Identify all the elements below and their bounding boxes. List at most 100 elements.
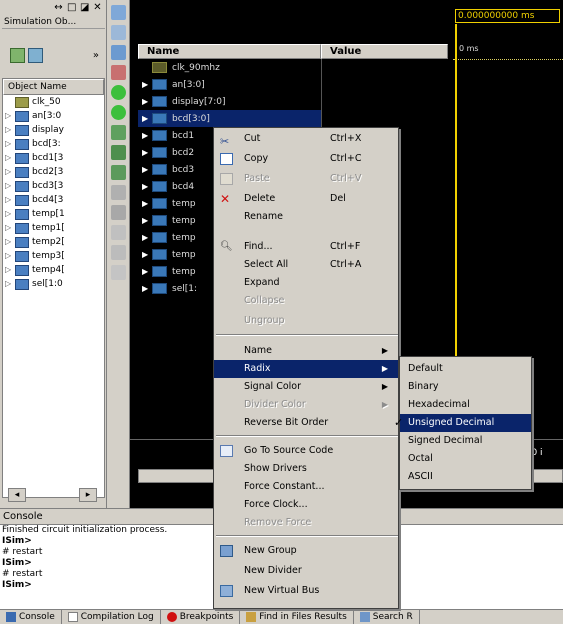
- close-icon[interactable]: ✕: [93, 2, 102, 13]
- snap-icon[interactable]: [110, 205, 126, 220]
- swap-cursors-icon[interactable]: [110, 185, 126, 200]
- show-outputs-icon[interactable]: [28, 47, 43, 63]
- radix-octal[interactable]: Octal: [400, 450, 531, 468]
- menu-item-collapse[interactable]: Collapse: [214, 292, 398, 310]
- pin-icon[interactable]: ↔: [54, 2, 63, 13]
- expand-icon[interactable]: ▶: [142, 233, 152, 242]
- maximize-icon[interactable]: ◪: [80, 2, 89, 13]
- menu-item-radix[interactable]: Radix ▶: [214, 360, 398, 378]
- expand-icon[interactable]: ▷: [5, 126, 13, 134]
- expand-icon[interactable]: ▷: [5, 112, 13, 120]
- zoom-out-icon[interactable]: [110, 25, 126, 40]
- previous-transition-icon[interactable]: [110, 165, 126, 180]
- scroll-left-icon[interactable]: ◂: [8, 488, 26, 502]
- expand-icon[interactable]: ▶: [142, 267, 152, 276]
- object-row[interactable]: ▷ bcd2[3: [3, 165, 104, 179]
- signal-row[interactable]: clk_90mhz: [138, 59, 321, 76]
- object-row[interactable]: ▷ an[3:0: [3, 109, 104, 123]
- object-row[interactable]: ▷ temp3[: [3, 249, 104, 263]
- expand-icon[interactable]: ▷: [5, 168, 13, 176]
- menu-item-ungroup[interactable]: Ungroup: [214, 312, 398, 330]
- expand-icon[interactable]: ▷: [5, 196, 13, 204]
- menu-item-remove-force[interactable]: Remove Force: [214, 514, 398, 532]
- run-for-icon[interactable]: [110, 105, 126, 120]
- menu-item-new-divider[interactable]: New Divider: [214, 562, 398, 580]
- signal-row-selected[interactable]: ▶ bcd[3:0]: [138, 110, 321, 127]
- step-icon[interactable]: [110, 125, 126, 140]
- radix-signed-decimal[interactable]: Signed Decimal: [400, 432, 531, 450]
- menu-item-copy[interactable]: Copy Ctrl+C: [214, 150, 398, 168]
- run-icon[interactable]: [110, 85, 126, 100]
- marker-icon[interactable]: [110, 65, 126, 80]
- object-row[interactable]: ▷ display: [3, 123, 104, 137]
- tab-compilation-log[interactable]: Compilation Log: [62, 610, 161, 624]
- menu-item-cut[interactable]: ✂ Cut Ctrl+X: [214, 130, 398, 148]
- expand-icon[interactable]: ▶: [142, 216, 152, 225]
- tab-breakpoints[interactable]: Breakpoints: [161, 610, 241, 624]
- expand-icon[interactable]: ▶: [142, 114, 152, 123]
- expand-icon[interactable]: ▶: [142, 165, 152, 174]
- object-row[interactable]: ▷ temp4[: [3, 263, 104, 277]
- tab-console[interactable]: Console: [0, 610, 62, 624]
- expand-icon[interactable]: ▷: [5, 182, 13, 190]
- add-marker-icon[interactable]: [110, 225, 126, 240]
- zoom-fit-icon[interactable]: [110, 45, 126, 60]
- menu-item-signal-color[interactable]: Signal Color ▶: [214, 378, 398, 396]
- expand-icon[interactable]: ▷: [5, 266, 13, 274]
- toolbar-more-button[interactable]: »: [93, 50, 99, 61]
- radix-unsigned-decimal[interactable]: ✓ Unsigned Decimal: [394, 414, 531, 432]
- menu-item-divider-color[interactable]: Divider Color ▶: [214, 396, 398, 414]
- menu-item-name[interactable]: Name ▶: [214, 342, 398, 360]
- menu-item-paste[interactable]: Paste Ctrl+V: [214, 170, 398, 188]
- value-column-header[interactable]: Value: [321, 44, 448, 59]
- tab-find-in-files[interactable]: Find in Files Results: [240, 610, 354, 624]
- menu-item-find[interactable]: 🔍︎ Find... Ctrl+F: [214, 238, 398, 256]
- object-row[interactable]: ▷ sel[1:0: [3, 277, 104, 291]
- object-row[interactable]: ▷ bcd1[3: [3, 151, 104, 165]
- expand-icon[interactable]: ▷: [5, 252, 13, 260]
- menu-item-show-drivers[interactable]: Show Drivers: [214, 460, 398, 478]
- restore-icon[interactable]: □: [67, 2, 76, 13]
- object-row[interactable]: clk_50: [3, 95, 104, 109]
- expand-icon[interactable]: ▶: [142, 284, 152, 293]
- zoom-in-icon[interactable]: [110, 5, 126, 20]
- show-inputs-icon[interactable]: [10, 47, 25, 63]
- expand-icon[interactable]: ▶: [142, 148, 152, 157]
- expand-icon[interactable]: ▶: [142, 182, 152, 191]
- floating-ruler-icon[interactable]: [110, 245, 126, 260]
- menu-item-reverse-bit-order[interactable]: Reverse Bit Order: [214, 414, 398, 432]
- object-row[interactable]: ▷ bcd[3:: [3, 137, 104, 151]
- next-transition-icon[interactable]: [110, 145, 126, 160]
- object-name-column-header[interactable]: Object Name: [3, 79, 104, 95]
- expand-icon[interactable]: ▷: [5, 280, 13, 288]
- name-column-header[interactable]: Name: [138, 44, 321, 59]
- scroll-right-icon[interactable]: ▸: [79, 488, 97, 502]
- tab-search-results[interactable]: Search R: [354, 610, 420, 624]
- expand-icon[interactable]: ▷: [5, 224, 13, 232]
- radix-default[interactable]: Default: [400, 360, 531, 378]
- expand-icon[interactable]: ▶: [142, 97, 152, 106]
- expand-icon[interactable]: ▷: [5, 140, 13, 148]
- object-row[interactable]: ▷ temp1[: [3, 221, 104, 235]
- expand-icon[interactable]: ▶: [142, 80, 152, 89]
- signal-row[interactable]: ▶ display[7:0]: [138, 93, 321, 110]
- menu-item-select-all[interactable]: Select All Ctrl+A: [214, 256, 398, 274]
- go-to-time-icon[interactable]: [110, 265, 126, 280]
- radix-hexadecimal[interactable]: Hexadecimal: [400, 396, 531, 414]
- panel-scrollbar[interactable]: ◂ ▸: [2, 488, 105, 504]
- object-row[interactable]: ▷ bcd4[3: [3, 193, 104, 207]
- menu-item-force-constant[interactable]: Force Constant...: [214, 478, 398, 496]
- object-row[interactable]: ▷ temp2[: [3, 235, 104, 249]
- expand-icon[interactable]: ▶: [142, 250, 152, 259]
- menu-item-force-clock[interactable]: Force Clock...: [214, 496, 398, 514]
- object-row[interactable]: ▷ bcd3[3: [3, 179, 104, 193]
- menu-item-rename[interactable]: Rename: [214, 208, 398, 226]
- menu-item-delete[interactable]: ✕ Delete Del: [214, 190, 398, 208]
- menu-item-new-group[interactable]: New Group: [214, 542, 398, 560]
- radix-ascii[interactable]: ASCII: [400, 468, 531, 486]
- expand-icon[interactable]: ▷: [5, 210, 13, 218]
- signal-row[interactable]: ▶ an[3:0]: [138, 76, 321, 93]
- expand-icon[interactable]: ▷: [5, 238, 13, 246]
- object-row[interactable]: ▷ temp[1: [3, 207, 104, 221]
- expand-icon[interactable]: ▷: [5, 154, 13, 162]
